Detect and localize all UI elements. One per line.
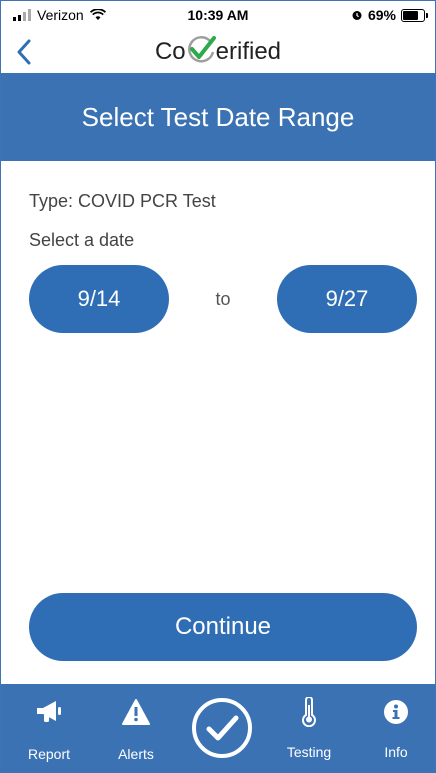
tab-report-label: Report — [27, 746, 71, 762]
tab-info[interactable]: Info — [356, 696, 435, 760]
test-type-label: Type: COVID PCR Test — [29, 191, 216, 211]
tab-report[interactable]: Report — [9, 696, 89, 762]
to-label: to — [215, 289, 231, 309]
logo-suffix: erified — [215, 38, 282, 65]
tab-alerts-label: Alerts — [118, 746, 154, 762]
battery-icon — [401, 8, 428, 22]
check-circle-icon — [192, 698, 252, 758]
megaphone-icon — [37, 701, 61, 722]
warning-icon — [122, 699, 150, 725]
logo-prefix: Co — [154, 38, 186, 65]
tab-testing[interactable]: Testing — [269, 696, 349, 760]
tab-bar: Report Alerts Testing Info — [1, 684, 435, 772]
start-date-value: 9/14 — [77, 286, 121, 311]
tab-info-label: Info — [384, 744, 408, 760]
status-bar: Verizon 10:39 AM 69% — [1, 1, 435, 31]
end-date-value: 9/27 — [325, 286, 369, 311]
tab-testing-label: Testing — [286, 744, 332, 760]
logo-check-icon — [187, 36, 216, 63]
tab-check[interactable] — [191, 697, 253, 759]
app-logo: Co erified — [1, 35, 435, 66]
page-title-banner: Select Test Date Range — [1, 73, 435, 161]
end-date-button[interactable]: 9/27 — [277, 265, 417, 333]
nav-bar: Co erified — [1, 31, 435, 73]
continue-button[interactable]: Continue — [29, 593, 417, 661]
start-date-button[interactable]: 9/14 — [29, 265, 169, 333]
page-title: Select Test Date Range — [81, 101, 355, 132]
battery-percent: 69% — [367, 7, 396, 23]
select-date-label: Select a date — [29, 230, 135, 250]
battery-fill — [403, 10, 419, 20]
battery-group: 69% — [351, 7, 428, 23]
continue-label: Continue — [174, 613, 272, 640]
tab-alerts[interactable]: Alerts — [96, 696, 176, 762]
alarm-icon — [352, 11, 362, 20]
app-frame: Verizon 10:39 AM 69% Co erified Select T… — [0, 0, 436, 773]
thermometer-icon — [302, 697, 316, 727]
info-icon — [384, 700, 408, 724]
